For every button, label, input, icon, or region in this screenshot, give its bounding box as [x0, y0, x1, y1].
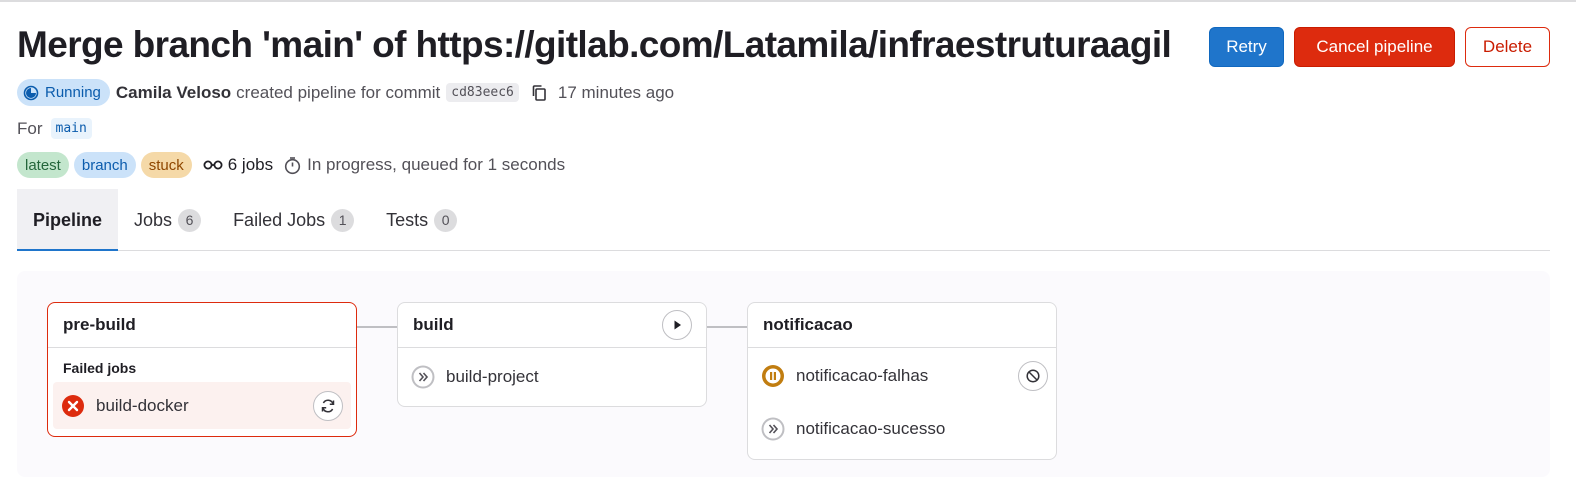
tab-label: Jobs	[134, 209, 173, 230]
stage-header: pre-build	[48, 303, 356, 348]
job-name: notificacao-falhas	[796, 366, 929, 385]
job-info: notificacao-falhas	[761, 364, 928, 388]
stage-connector	[707, 326, 748, 328]
failed-status-icon	[62, 394, 84, 417]
badge-stuck: stuck	[140, 152, 192, 178]
tab-count: 1	[331, 208, 355, 232]
job-info: build-docker	[61, 394, 189, 418]
jobs-count-label: 6 jobs	[227, 155, 274, 174]
stage-header: notificacao	[748, 303, 1056, 348]
job-build-docker[interactable]: build-docker	[53, 382, 351, 429]
tab-jobs[interactable]: Jobs 6	[118, 189, 217, 251]
for-label: For	[17, 118, 43, 138]
cancel-icon	[1026, 369, 1040, 383]
skipped-status-icon	[411, 365, 435, 389]
stage-pre-build: pre-build Failed jobs build-docker	[47, 302, 357, 437]
retry-job-button[interactable]	[313, 390, 343, 421]
cancel-job-button[interactable]	[1018, 361, 1048, 391]
progress-text: In progress, queued for 1 seconds	[307, 155, 566, 174]
pipeline-badges: latest branch stuck 6 jobs In progress, …	[17, 152, 565, 178]
jobs-count: 6 jobs	[203, 155, 273, 175]
badge-latest: latest	[17, 152, 69, 178]
job-notificacao-falhas[interactable]: notificacao-falhas	[748, 352, 1056, 400]
ref-link[interactable]: main	[50, 118, 92, 139]
job-info: build-project	[411, 365, 539, 389]
stage-name: build	[413, 315, 454, 334]
page-title: Merge branch 'main' of https://gitlab.co…	[17, 24, 1172, 65]
commit-sha[interactable]: cd83eec6	[446, 83, 519, 102]
badge-branch: branch	[73, 152, 136, 178]
cancel-pipeline-button[interactable]: Cancel pipeline	[1294, 27, 1455, 67]
job-build-project[interactable]: build-project	[398, 348, 706, 406]
job-name: build-project	[446, 367, 539, 386]
stage-header: build	[398, 303, 706, 348]
play-icon	[674, 320, 681, 330]
time-ago: 17 minutes ago	[557, 82, 675, 102]
ref-line: For main	[17, 118, 92, 139]
retry-icon	[321, 398, 335, 413]
copy-icon[interactable]	[530, 84, 548, 102]
tab-tests[interactable]: Tests 0	[370, 189, 473, 251]
pipeline-tabs: Pipeline Jobs 6 Failed Jobs 1 Tests 0	[17, 189, 1550, 251]
play-stage-button[interactable]	[662, 310, 692, 340]
tab-label: Pipeline	[33, 209, 103, 230]
skipped-status-icon	[761, 417, 785, 441]
running-status-icon	[23, 85, 39, 100]
timer-icon	[285, 156, 301, 174]
top-border	[0, 0, 1576, 2]
delete-button[interactable]: Delete	[1465, 27, 1550, 67]
author-link[interactable]: Camila Veloso	[116, 83, 231, 103]
stage-notificacao: notificacao notificacao-falhas notificac…	[747, 302, 1057, 460]
tab-pipeline[interactable]: Pipeline	[17, 189, 119, 251]
status-label: Running	[45, 84, 101, 101]
job-notificacao-sucesso[interactable]: notificacao-sucesso	[748, 405, 1056, 453]
stage-name: pre-build	[63, 315, 136, 334]
tab-label: Failed Jobs	[233, 209, 326, 230]
created-text: created pipeline for commit	[236, 82, 441, 102]
tab-count: 0	[434, 208, 458, 232]
pipeline-meta: Running Camila Veloso created pipeline f…	[17, 79, 674, 106]
paused-status-icon	[762, 365, 784, 387]
status-badge[interactable]: Running	[17, 79, 110, 106]
header-actions: Retry Cancel pipeline Delete	[1209, 27, 1550, 67]
pipeline-graph: pre-build Failed jobs build-docker build…	[17, 271, 1550, 477]
stage-connector	[357, 326, 398, 328]
retry-button[interactable]: Retry	[1209, 27, 1284, 67]
job-info: notificacao-sucesso	[761, 417, 945, 441]
job-name: build-docker	[96, 395, 189, 415]
job-name: notificacao-sucesso	[796, 419, 946, 438]
tab-count: 6	[178, 208, 202, 232]
tab-failed-jobs[interactable]: Failed Jobs 1	[217, 189, 370, 251]
stage-name: notificacao	[763, 315, 853, 334]
failed-jobs-label: Failed jobs	[63, 360, 137, 376]
stage-build: build build-project	[397, 302, 707, 407]
jobs-icon	[203, 160, 223, 170]
tab-label: Tests	[386, 209, 429, 230]
